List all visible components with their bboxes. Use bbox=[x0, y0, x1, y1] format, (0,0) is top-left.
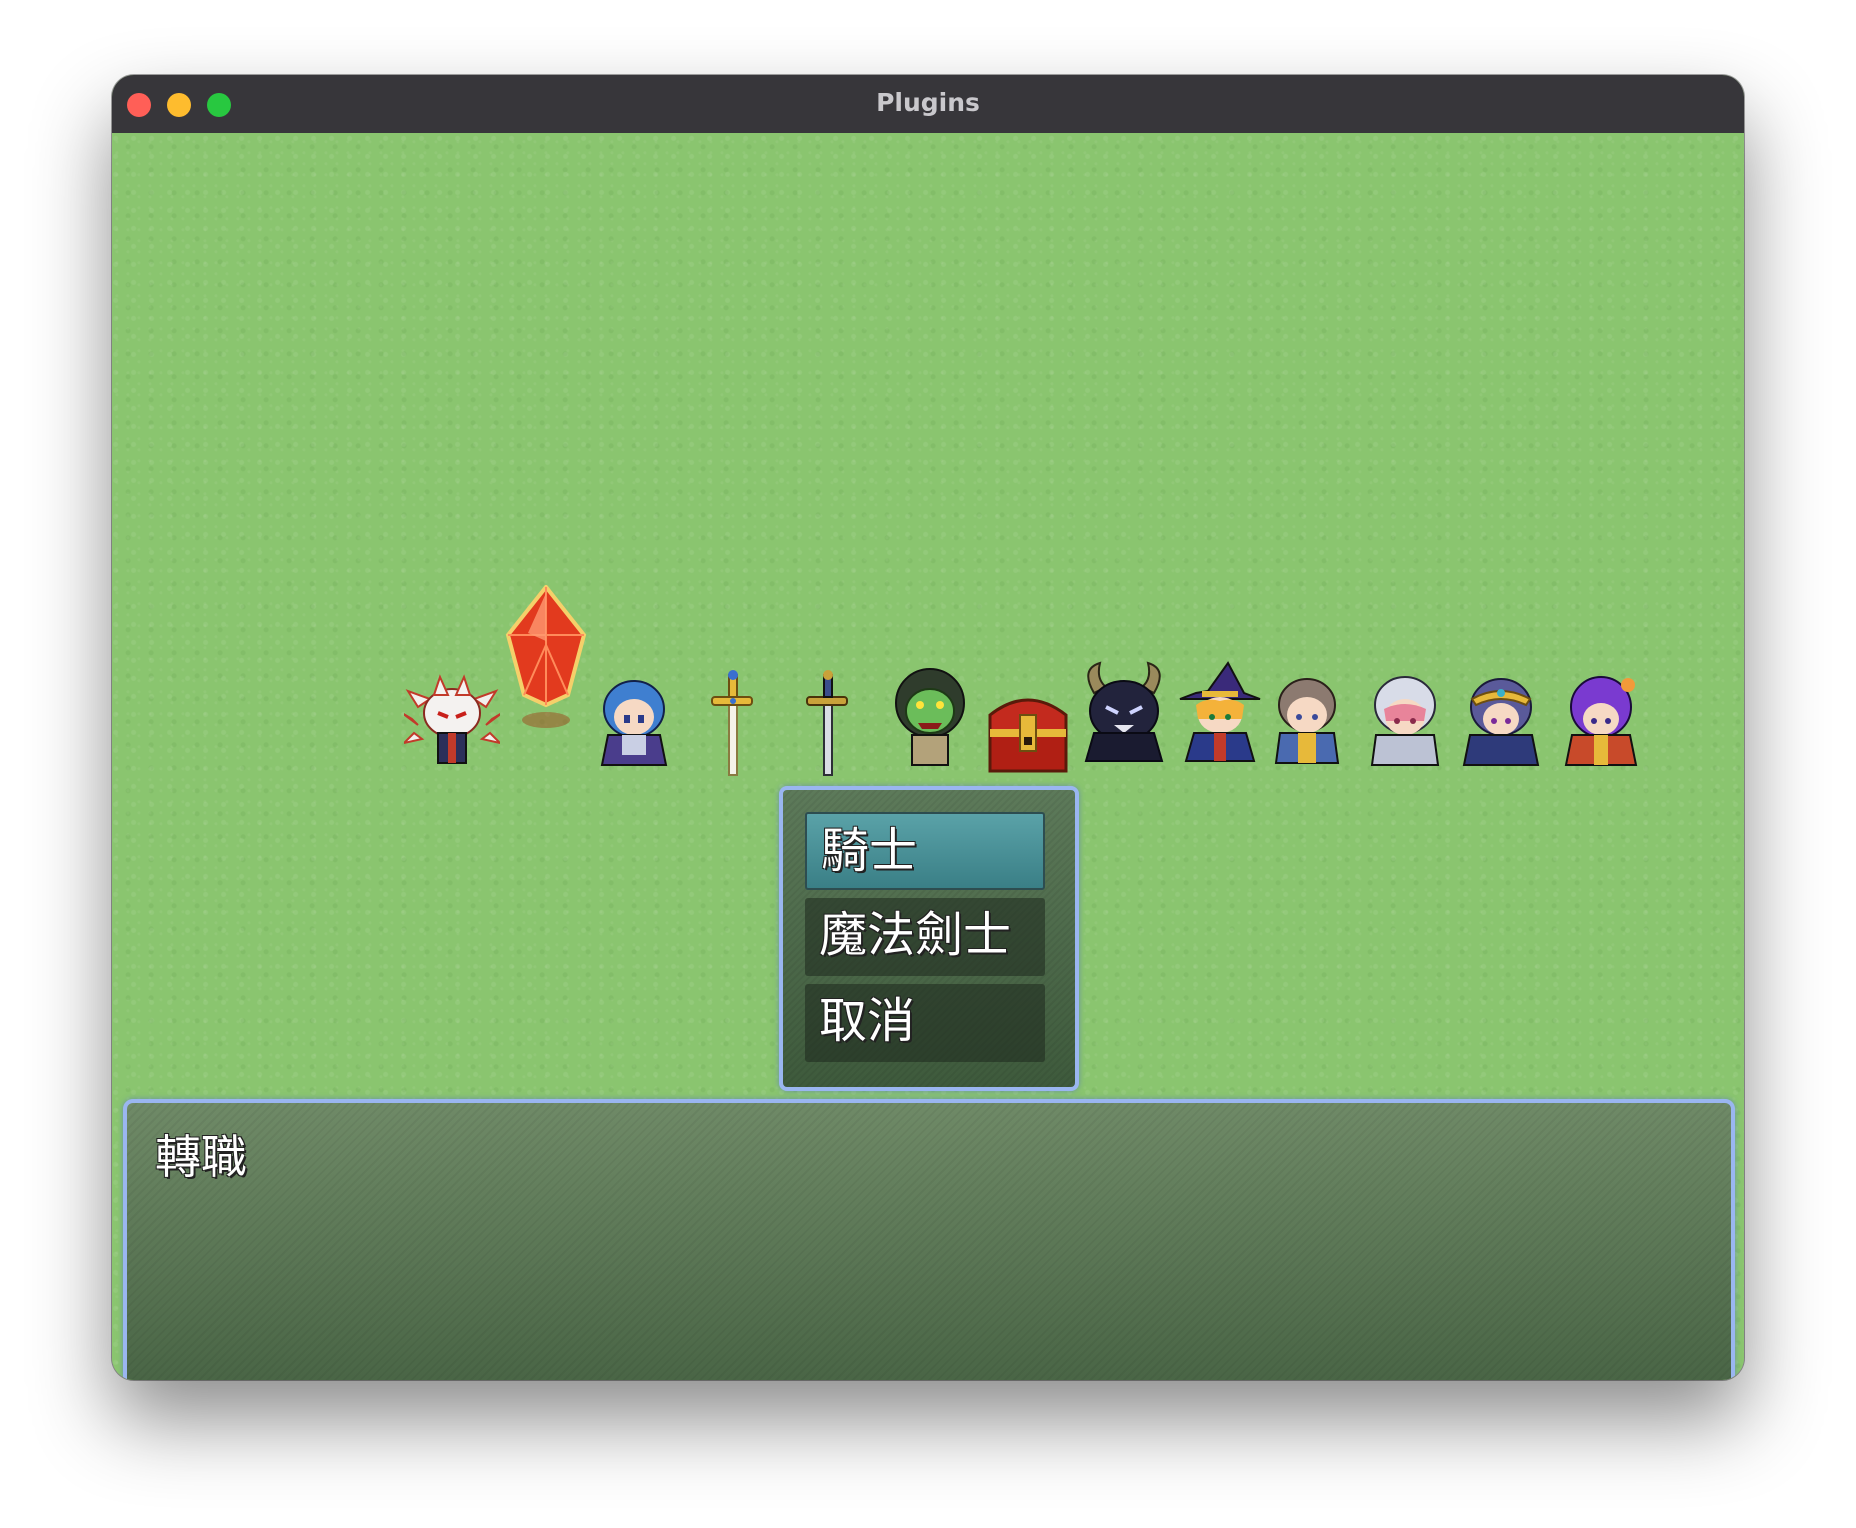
steel-sword-sprite bbox=[797, 669, 857, 779]
message-window: 轉職 bbox=[123, 1099, 1735, 1380]
golden-sword-sprite bbox=[702, 669, 762, 779]
app-window: Plugins 騎士 魔法劍士 取消 轉職 bbox=[112, 75, 1744, 1380]
title-bar[interactable]: Plugins bbox=[112, 75, 1744, 134]
treasure-chest-sprite bbox=[980, 685, 1076, 781]
choice-knight[interactable]: 騎士 bbox=[805, 812, 1045, 890]
message-text: 轉職 bbox=[155, 1130, 247, 1184]
choice-cancel[interactable]: 取消 bbox=[805, 984, 1045, 1062]
witch-sprite bbox=[1172, 661, 1268, 765]
blue-haired-hero-sprite bbox=[592, 673, 676, 769]
green-orc-sprite bbox=[882, 663, 978, 773]
choice-window: 騎士 魔法劍士 取消 bbox=[779, 786, 1079, 1091]
pink-haired-knight-sprite bbox=[1362, 669, 1448, 769]
white-fox-demon-sprite bbox=[404, 673, 500, 769]
horned-demon-sprite bbox=[1076, 661, 1172, 765]
brown-haired-boy-sprite bbox=[1264, 671, 1350, 767]
window-title: Plugins bbox=[876, 88, 980, 117]
game-canvas[interactable]: 騎士 魔法劍士 取消 轉職 bbox=[112, 133, 1744, 1380]
circlet-mage-sprite bbox=[1458, 669, 1544, 769]
choice-magic-swordsman[interactable]: 魔法劍士 bbox=[805, 898, 1045, 976]
purple-haired-girl-sprite bbox=[1558, 669, 1644, 769]
red-crystal-sprite bbox=[498, 585, 594, 735]
